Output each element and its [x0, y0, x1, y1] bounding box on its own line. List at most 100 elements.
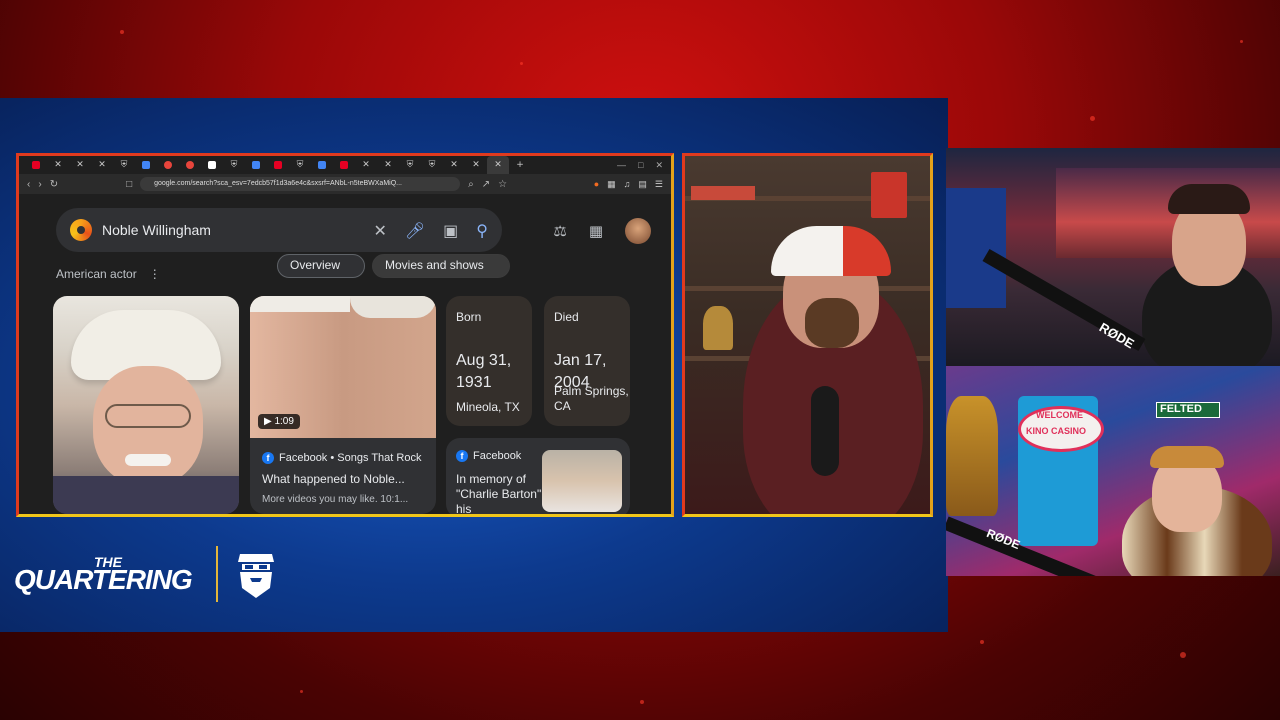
host-beard: [805, 298, 859, 348]
entity-subtitle: American actor: [56, 267, 137, 281]
search-box[interactable]: Noble Willingham ✕ 🎤︎ ▣ ⚲: [56, 208, 502, 252]
browser-window: ✕ ✕ ✕ ⛨ ⛨ ⛨ ✕ ✕ ⛨ ⛨ ✕ ✕ ✕ + — □ ✕ ‹ › ↻ □ google.com/…: [16, 153, 674, 517]
died-card[interactable]: Died Jan 17, 2004 Palm Springs, CA: [544, 296, 630, 426]
post-source: f Facebook: [456, 450, 521, 462]
post-text: In memory of "Charlie Barton" his: [456, 472, 542, 516]
thumbnail-hat: [250, 296, 350, 312]
welcome-sign-text: WELCOME: [1036, 410, 1083, 420]
brand-divider: [216, 546, 218, 602]
guest-hair: [1168, 184, 1250, 214]
x-icon[interactable]: ✕: [355, 156, 377, 174]
x-icon[interactable]: ✕: [465, 156, 487, 174]
x-icon[interactable]: ✕: [69, 156, 91, 174]
entity-photo[interactable]: [53, 296, 239, 514]
sparkle: [1240, 40, 1243, 43]
pinterest-icon[interactable]: [25, 156, 47, 174]
account-avatar[interactable]: [625, 218, 651, 244]
labs-icon[interactable]: ⚖: [553, 222, 566, 240]
sidebar-icon[interactable]: ▤: [638, 179, 647, 190]
photo-mustache: [125, 454, 171, 466]
grid-icon[interactable]: [135, 156, 157, 174]
shield-icon[interactable]: ⛨: [223, 156, 245, 174]
extension-icon[interactable]: ▦: [607, 179, 616, 190]
url-field[interactable]: google.com/search?sca_esv=7edcb57f1d3a6e…: [140, 177, 461, 191]
host-webcam: [682, 153, 933, 517]
shield-icon[interactable]: ⛨: [421, 156, 443, 174]
close-icon[interactable]: ✕: [655, 160, 663, 171]
casino-sign-text: KINO CASINO: [1026, 426, 1087, 436]
host-cap: [771, 226, 891, 276]
guest-webcam-top: RØDE: [946, 148, 1280, 366]
apps-grid-icon[interactable]: ▦: [589, 222, 603, 240]
account-bar: ⚖ ▦: [553, 218, 651, 244]
grid-icon[interactable]: [245, 156, 267, 174]
chip-movies-and-shows[interactable]: Movies and shows: [372, 254, 510, 278]
died-place: Palm Springs, CA: [554, 384, 629, 413]
window-controls: — □ ✕: [617, 160, 671, 171]
stop-icon[interactable]: [179, 156, 201, 174]
brave-icon[interactable]: ●: [594, 179, 599, 190]
video-duration: ▶ 1:09: [258, 414, 300, 429]
bookmark-icon[interactable]: □: [126, 179, 132, 190]
x-icon[interactable]: ✕: [47, 156, 69, 174]
more-options-icon[interactable]: ⋮: [149, 267, 161, 281]
stop-icon[interactable]: [157, 156, 179, 174]
plus-icon[interactable]: +: [509, 156, 531, 174]
search-input[interactable]: Noble Willingham: [102, 222, 355, 238]
lens-icon[interactable]: ▣: [443, 221, 458, 240]
shelf-book: [871, 172, 907, 218]
born-card[interactable]: Born Aug 31, 1931 Mineola, TX: [446, 296, 532, 426]
entity-subtitle-row: American actor ⋮: [56, 267, 161, 281]
bearded-face-logo-icon: [238, 554, 274, 598]
facebook-post-card[interactable]: f Facebook In memory of "Charlie Barton"…: [446, 438, 630, 516]
guest-webcam-bottom: WELCOME KINO CASINO FELTED RØDE: [946, 366, 1280, 576]
sparkle: [640, 700, 644, 704]
x-icon[interactable]: ✕: [377, 156, 399, 174]
pinterest-icon[interactable]: [333, 156, 355, 174]
chip-overview[interactable]: Overview: [277, 254, 365, 278]
video-source: f Facebook • Songs That Rock: [262, 452, 421, 464]
news-icon[interactable]: [201, 156, 223, 174]
duration-text: 1:09: [274, 416, 294, 427]
pinterest-icon[interactable]: [267, 156, 289, 174]
shield-icon[interactable]: ⛨: [289, 156, 311, 174]
extension-icons: ● ▦ ♫ ▤ ☰: [594, 179, 663, 190]
born-label: Born: [456, 310, 482, 324]
clear-icon[interactable]: ✕: [373, 221, 386, 240]
microphone: [811, 386, 839, 476]
lion-statue: [946, 396, 998, 516]
maximize-icon[interactable]: □: [638, 160, 643, 171]
close-icon[interactable]: ✕: [487, 156, 509, 174]
share-icon[interactable]: ↗: [482, 179, 490, 190]
menu-icon[interactable]: ☰: [655, 179, 663, 190]
shelf-box: [691, 186, 755, 200]
video-title[interactable]: What happened to Noble...: [262, 472, 405, 486]
back-icon[interactable]: ‹: [27, 179, 30, 190]
forward-icon[interactable]: ›: [38, 179, 41, 190]
microphone-icon[interactable]: 🎤︎: [405, 221, 425, 240]
thumbnail-hat: [350, 296, 436, 318]
search-icon[interactable]: ⚲: [476, 221, 488, 240]
address-bar: ‹ › ↻ □ google.com/search?sca_esv=7edcb5…: [19, 174, 671, 194]
video-source-text: Facebook • Songs That Rock: [279, 452, 422, 464]
sparkle: [1180, 652, 1186, 658]
reload-icon[interactable]: ↻: [50, 179, 58, 190]
sparkle: [1090, 116, 1095, 121]
star-icon[interactable]: ☆: [498, 179, 507, 190]
grid-icon[interactable]: [311, 156, 333, 174]
google-doodle-icon[interactable]: [70, 219, 92, 241]
x-icon[interactable]: ✕: [91, 156, 113, 174]
zoom-icon[interactable]: ⌕: [468, 179, 474, 190]
shield-icon[interactable]: ⛨: [113, 156, 135, 174]
music-icon[interactable]: ♫: [624, 179, 631, 190]
x-icon[interactable]: ✕: [443, 156, 465, 174]
minimize-icon[interactable]: —: [617, 160, 626, 171]
arcade-cabinet: [946, 188, 1006, 308]
photo-shirt: [53, 476, 239, 514]
video-card[interactable]: ▶ 1:09 f Facebook • Songs That Rock What…: [250, 296, 436, 514]
died-label: Died: [554, 310, 579, 324]
shield-icon[interactable]: ⛨: [399, 156, 421, 174]
guest-hair: [1150, 446, 1224, 468]
born-date: Aug 31, 1931: [456, 352, 512, 391]
sparkle: [980, 640, 984, 644]
